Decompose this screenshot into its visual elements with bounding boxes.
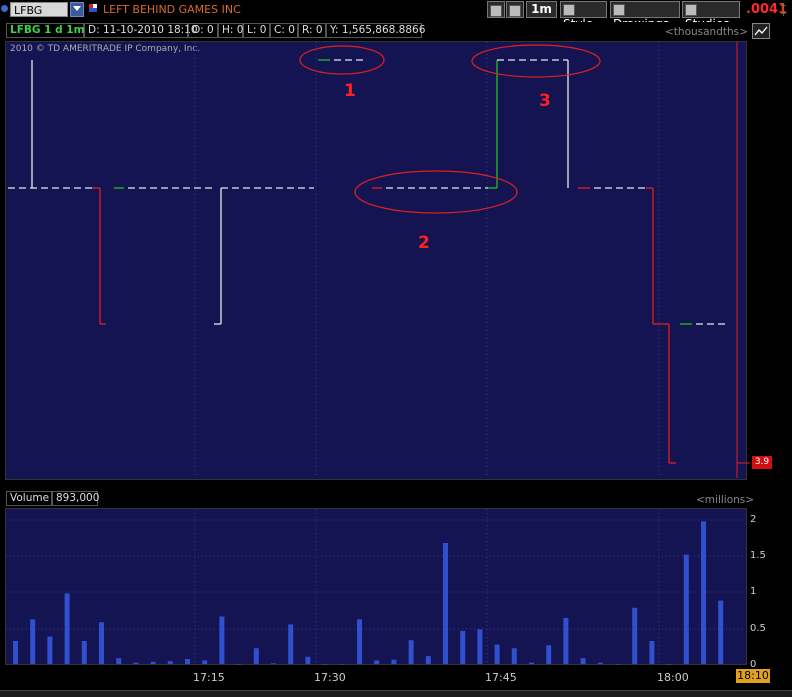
volume-value: 893,000	[52, 491, 99, 506]
volume-bar	[443, 543, 448, 664]
price-chart-svg	[6, 42, 750, 665]
volume-bar	[339, 664, 345, 665]
volume-tick: 0.5	[750, 623, 766, 634]
volume-bar	[615, 664, 620, 665]
volume-bar	[408, 640, 414, 664]
volume-bar	[47, 636, 53, 664]
volume-bar	[185, 659, 190, 664]
annotation-label-3: 3	[539, 91, 551, 111]
volume-bar	[64, 593, 70, 664]
volume-bar	[236, 664, 242, 665]
volume-bar	[13, 641, 18, 664]
volume-bar	[511, 648, 517, 664]
volume-bar	[477, 629, 483, 664]
volume-bar	[253, 648, 259, 664]
grid-lines	[6, 42, 746, 664]
volume-bar	[597, 662, 603, 664]
volume-bar	[116, 658, 122, 664]
volume-units-label: <millions>	[696, 494, 755, 506]
time-tick: 17:30	[314, 671, 346, 684]
volume-bar	[374, 660, 380, 664]
volume-bar	[202, 660, 208, 664]
volume-bar	[288, 624, 294, 664]
volume-bar	[683, 554, 689, 664]
volume-bar	[30, 619, 36, 664]
volume-bar	[666, 664, 672, 665]
annotation-label-1: 1	[344, 81, 356, 101]
annotation-ellipse-3	[471, 44, 601, 78]
volume-bar	[167, 661, 173, 664]
volume-bar	[305, 656, 311, 664]
volume-bar	[701, 521, 706, 664]
volume-bar	[219, 616, 225, 664]
volume-bar	[133, 662, 139, 664]
volume-tick: 1.5	[750, 550, 766, 561]
volume-label: Volume	[6, 491, 52, 506]
volume-bar	[649, 641, 655, 664]
volume-bar	[546, 645, 552, 664]
volume-bars	[13, 521, 724, 665]
volume-bar	[563, 617, 569, 664]
annotation-ellipse-2	[354, 170, 518, 214]
volume-bar	[357, 619, 362, 664]
volume-bar	[494, 644, 500, 664]
volume-bar	[99, 622, 104, 664]
volume-tick: 2	[750, 514, 757, 525]
annotation-ellipse-1	[299, 45, 385, 75]
volume-tick: 1	[750, 586, 757, 597]
volume-bar	[718, 600, 724, 664]
volume-bar	[81, 641, 87, 664]
volume-bar	[529, 662, 534, 664]
time-tick: 17:45	[485, 671, 517, 684]
current-time-tag: 18:10	[736, 669, 770, 683]
volume-bar	[150, 661, 156, 664]
volume-bar	[391, 659, 397, 664]
volume-bar	[425, 656, 431, 664]
annotation-label-2: 2	[418, 233, 430, 253]
volume-bar	[632, 607, 638, 664]
volume-bar	[322, 664, 328, 665]
current-price-tag: 3.9	[752, 456, 772, 469]
volume-bar	[580, 658, 586, 664]
volume-bar	[271, 663, 276, 664]
price-trace	[8, 59, 728, 464]
time-tick: 17:15	[193, 671, 225, 684]
time-tick: 18:00	[657, 671, 689, 684]
volume-bar	[460, 630, 466, 664]
